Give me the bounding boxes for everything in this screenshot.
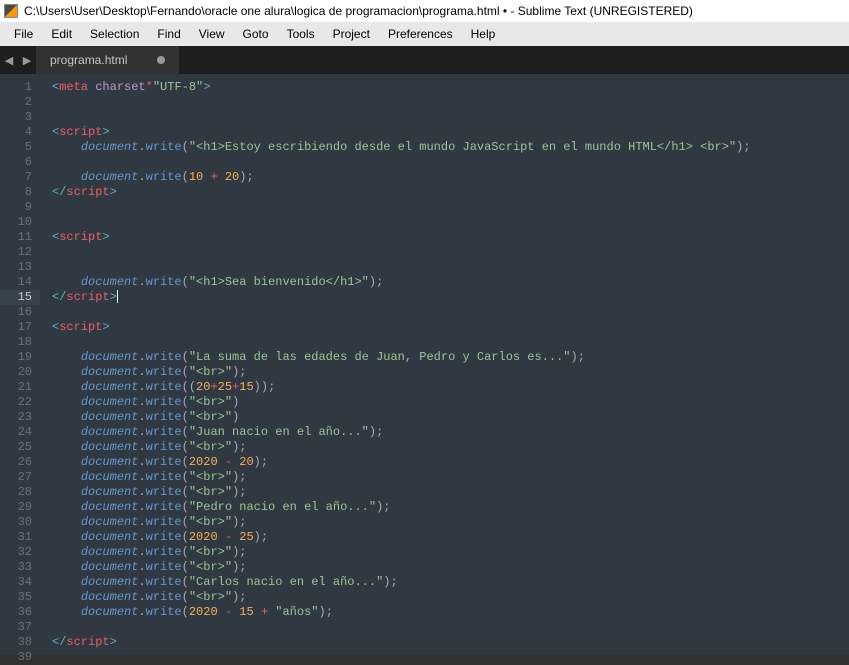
tab-bar: ◀ ▶ programa.html (0, 46, 849, 74)
code-line[interactable]: document.write(2020 - 15 + "años"); (40, 605, 849, 620)
menu-bar: File Edit Selection Find View Goto Tools… (0, 22, 849, 46)
code-line[interactable]: document.write("Pedro nacio en el año...… (40, 500, 849, 515)
window-titlebar: C:\Users\User\Desktop\Fernando\oracle on… (0, 0, 849, 22)
code-area[interactable]: <meta charset*"UTF-8"> <script> document.… (40, 74, 849, 655)
menu-goto[interactable]: Goto (235, 24, 277, 44)
code-line[interactable] (40, 650, 849, 665)
code-line[interactable]: document.write("<br>"); (40, 545, 849, 560)
code-line[interactable]: document.write("<br>") (40, 395, 849, 410)
code-line[interactable] (40, 245, 849, 260)
code-line[interactable]: document.write("<br>"); (40, 515, 849, 530)
code-line[interactable] (40, 260, 849, 275)
menu-file[interactable]: File (6, 24, 41, 44)
nav-back-icon[interactable]: ◀ (0, 48, 18, 72)
code-line[interactable]: document.write("<br>"); (40, 485, 849, 500)
code-line[interactable]: <script> (40, 125, 849, 140)
code-line[interactable] (40, 335, 849, 350)
line-number-gutter: 1234567891011121314151617181920212223242… (0, 74, 40, 655)
code-line[interactable]: document.write("La suma de las edades de… (40, 350, 849, 365)
app-icon (4, 4, 18, 18)
menu-selection[interactable]: Selection (82, 24, 147, 44)
code-line[interactable]: document.write("<br>"); (40, 470, 849, 485)
menu-view[interactable]: View (191, 24, 233, 44)
menu-tools[interactable]: Tools (279, 24, 323, 44)
editor[interactable]: 1234567891011121314151617181920212223242… (0, 74, 849, 655)
code-line[interactable]: document.write((20+25+15)); (40, 380, 849, 395)
code-line[interactable]: </script> (40, 635, 849, 650)
window-title: C:\Users\User\Desktop\Fernando\oracle on… (24, 4, 693, 18)
code-line[interactable]: document.write("<h1>Sea bienvenido</h1>"… (40, 275, 849, 290)
code-line[interactable]: <script> (40, 230, 849, 245)
code-line[interactable] (40, 95, 849, 110)
menu-project[interactable]: Project (325, 24, 378, 44)
code-line[interactable]: <meta charset*"UTF-8"> (40, 80, 849, 95)
code-line[interactable]: document.write("<br>"); (40, 560, 849, 575)
code-line[interactable]: document.write("<br>"); (40, 365, 849, 380)
menu-preferences[interactable]: Preferences (380, 24, 461, 44)
code-line[interactable]: document.write("<br>"); (40, 590, 849, 605)
code-line[interactable]: document.write("<br>") (40, 410, 849, 425)
code-line[interactable] (40, 200, 849, 215)
code-line[interactable]: </script> (40, 290, 849, 305)
code-line[interactable]: document.write("Carlos nacio en el año..… (40, 575, 849, 590)
code-line[interactable] (40, 110, 849, 125)
menu-find[interactable]: Find (149, 24, 188, 44)
tab-programa[interactable]: programa.html (36, 46, 179, 74)
nav-forward-icon[interactable]: ▶ (18, 48, 36, 72)
code-line[interactable]: document.write(2020 - 20); (40, 455, 849, 470)
code-line[interactable] (40, 155, 849, 170)
menu-edit[interactable]: Edit (43, 24, 80, 44)
code-line[interactable]: document.write(10 + 20); (40, 170, 849, 185)
code-line[interactable]: document.write("Juan nacio en el año..."… (40, 425, 849, 440)
tab-label: programa.html (50, 53, 127, 67)
code-line[interactable]: </script> (40, 185, 849, 200)
code-line[interactable]: <script> (40, 320, 849, 335)
tab-dirty-icon (157, 56, 165, 64)
code-line[interactable]: document.write(2020 - 25); (40, 530, 849, 545)
code-line[interactable]: document.write("<br>"); (40, 440, 849, 455)
menu-help[interactable]: Help (463, 24, 504, 44)
code-line[interactable]: document.write("<h1>Estoy escribiendo de… (40, 140, 849, 155)
code-line[interactable] (40, 305, 849, 320)
code-line[interactable] (40, 620, 849, 635)
code-line[interactable] (40, 215, 849, 230)
